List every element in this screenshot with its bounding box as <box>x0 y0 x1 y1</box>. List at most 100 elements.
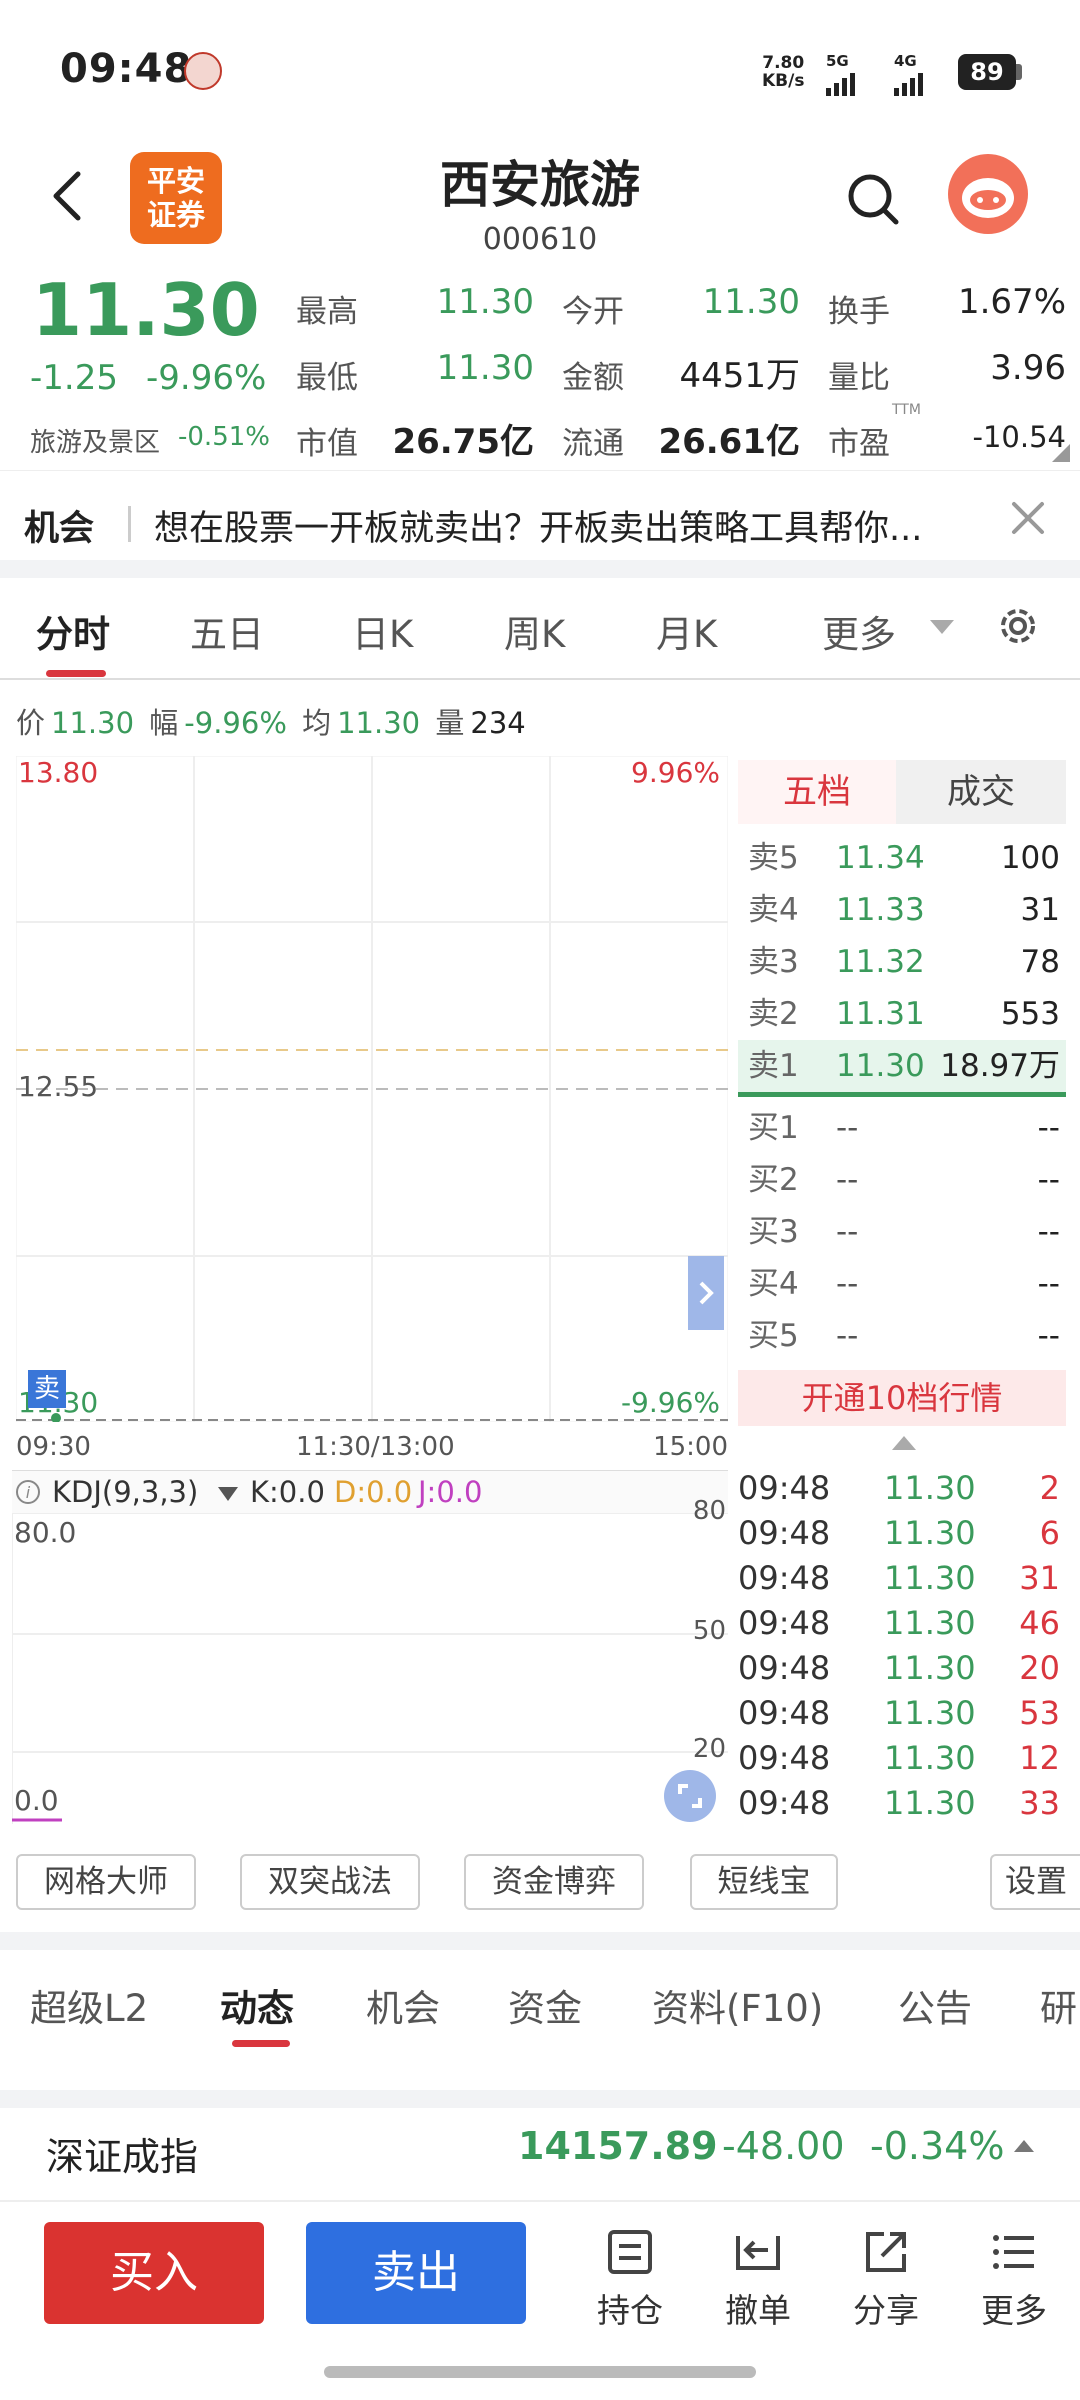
tab-announcements[interactable]: 公告 <box>898 1978 972 2032</box>
search-icon[interactable] <box>846 170 902 230</box>
price-change-pct: -9.96% <box>146 358 267 398</box>
status-avatar-icon <box>184 52 222 90</box>
sector-change[interactable]: -0.51% <box>178 422 270 452</box>
info-icon[interactable]: i <box>16 1480 40 1504</box>
order-book-row[interactable]: 买2 -- -- <box>738 1154 1066 1206</box>
deal-row: 09:48 11.30 31 <box>738 1559 1060 1597</box>
tab-f10[interactable]: 资料(F10) <box>652 1978 823 2032</box>
chevron-up-icon[interactable] <box>892 1436 916 1450</box>
assistant-robot-icon[interactable] <box>948 154 1028 234</box>
clock: 09:48 <box>60 46 193 92</box>
kdj-chart[interactable]: 80.0 80 50 20 0.0 <box>12 1496 728 1824</box>
chart-top-price: 13.80 <box>18 756 99 789</box>
time-axis: 09:30 11:30/13:00 15:00 <box>16 1422 728 1472</box>
indicator-name[interactable]: KDJ(9,3,3) <box>52 1475 198 1509</box>
price-change: -1.25 <box>30 358 118 398</box>
order-book-row[interactable]: 卖4 11.33 31 <box>738 884 1066 936</box>
kdj-bottom-label: 0.0 <box>14 1784 59 1817</box>
intraday-chart[interactable]: 13.80 9.96% 12.55 11.30 -9.96% 卖 <box>16 756 728 1422</box>
kdj-top-label: 80.0 <box>14 1516 77 1549</box>
tab-monthly-k[interactable]: 月K <box>656 604 717 658</box>
tab-funds[interactable]: 资金 <box>508 1978 582 2032</box>
kdj-ref-50: 50 <box>692 1616 726 1646</box>
chevron-right-icon[interactable] <box>688 1256 724 1330</box>
cancel-order-icon <box>736 2236 780 2270</box>
tab-weekly-k[interactable]: 周K <box>504 604 565 658</box>
fund-game-button[interactable]: 资金博弈 <box>464 1854 644 1910</box>
tab-opportunity[interactable]: 机会 <box>366 1978 440 2032</box>
tab-more[interactable]: 更多 <box>822 604 896 658</box>
stat-label: 金额 <box>562 360 624 396</box>
signal-4g: 4G <box>894 52 923 96</box>
stat-label: 最低 <box>296 360 358 396</box>
corner-triangle-icon[interactable] <box>1052 444 1070 462</box>
sell-marker[interactable]: 卖 <box>28 1370 66 1408</box>
stat-label: 最高 <box>296 294 358 330</box>
tab-five-day[interactable]: 五日 <box>190 604 264 658</box>
index-value: 14157.89 <box>518 2124 718 2168</box>
net-speed: 7.80 KB/s <box>762 53 805 91</box>
chart-mid-price: 12.55 <box>18 1070 99 1103</box>
time-label: 09:30 <box>16 1432 91 1462</box>
sell-button[interactable]: 卖出 <box>306 2222 526 2324</box>
order-book-row[interactable]: 买5 -- -- <box>738 1310 1066 1362</box>
share-button[interactable]: 分享 <box>836 2226 936 2332</box>
holdings-button[interactable]: 持仓 <box>580 2226 680 2332</box>
home-indicator[interactable] <box>324 2366 756 2378</box>
chart-top-pct: 9.96% <box>631 756 720 789</box>
kdj-ref-80: 80 <box>692 1496 726 1526</box>
back-icon[interactable] <box>44 166 94 226</box>
stat-value: 11.30 <box>436 282 534 322</box>
deal-row: 09:48 11.30 20 <box>738 1649 1060 1687</box>
tab-five-levels[interactable]: 五档 <box>738 760 896 824</box>
stat-label: 换手 <box>828 294 890 330</box>
menu-icon <box>993 2235 1034 2269</box>
sector-name[interactable]: 旅游及景区 <box>30 422 160 459</box>
chart-bottom-pct: -9.96% <box>620 1386 720 1419</box>
stat-value: 26.75亿 <box>392 422 534 462</box>
more-label: 更多 <box>981 2291 1047 2330</box>
kdj-k: K:0.0 <box>250 1475 325 1509</box>
grid-master-button[interactable]: 网格大师 <box>16 1854 196 1910</box>
tab-daily-k[interactable]: 日K <box>352 604 413 658</box>
divider <box>0 470 1080 471</box>
divider <box>0 2200 1080 2202</box>
broker-logo[interactable]: 平安证券 <box>130 152 222 244</box>
order-book-row[interactable]: 卖3 11.32 78 <box>738 936 1066 988</box>
gear-icon[interactable] <box>994 602 1042 650</box>
stat-label: 市值 <box>296 426 358 462</box>
double-breakout-button[interactable]: 双突战法 <box>240 1854 420 1910</box>
more-button[interactable]: 更多 <box>964 2226 1064 2332</box>
tab-news[interactable]: 动态 <box>220 1978 294 2032</box>
chevron-down-icon[interactable] <box>218 1487 238 1501</box>
chevron-down-icon[interactable] <box>930 620 954 634</box>
stat-label: 市盈 <box>828 426 890 462</box>
index-name[interactable]: 深证成指 <box>46 2126 198 2181</box>
tab-intraday[interactable]: 分时 <box>36 604 110 658</box>
order-book-row[interactable]: 买3 -- -- <box>738 1206 1066 1258</box>
stat-value: -10.54 <box>972 420 1067 454</box>
stat-value: 3.96 <box>990 348 1066 388</box>
settings-button[interactable]: 设置 <box>990 1854 1080 1910</box>
close-icon[interactable] <box>1006 496 1050 540</box>
banner-text[interactable]: 想在股票一开板就卖出？开板卖出策略工具帮你... <box>154 500 1004 551</box>
index-change: -48.00 <box>722 2124 845 2168</box>
chevron-up-icon[interactable] <box>1014 2140 1034 2152</box>
fullscreen-icon[interactable] <box>664 1770 716 1822</box>
buy-button[interactable]: 买入 <box>44 2222 264 2324</box>
tab-research[interactable]: 研 <box>1040 1978 1080 2032</box>
order-book-row[interactable]: 买4 -- -- <box>738 1258 1066 1310</box>
short-line-button[interactable]: 短线宝 <box>690 1854 838 1910</box>
order-book-row[interactable]: 卖5 11.34 100 <box>738 832 1066 884</box>
cancel-order-button[interactable]: 撤单 <box>708 2226 808 2332</box>
indicator-bar[interactable]: i KDJ(9,3,3) K:0.0 D:0.0 J:0.0 <box>12 1470 728 1514</box>
order-book-row[interactable]: 卖1 11.30 18.97万 <box>738 1040 1066 1092</box>
order-book-row[interactable]: 卖2 11.31 553 <box>738 988 1066 1040</box>
tab-super-l2[interactable]: 超级L2 <box>30 1978 148 2032</box>
battery-icon: 89 <box>958 54 1016 90</box>
tab-deals[interactable]: 成交 <box>896 760 1066 824</box>
deal-row: 09:48 11.30 46 <box>738 1604 1060 1642</box>
order-book-row[interactable]: 买1 -- -- <box>738 1102 1066 1154</box>
open-10-levels-button[interactable]: 开通10档行情 <box>738 1370 1066 1426</box>
stock-code: 000610 <box>482 222 598 257</box>
